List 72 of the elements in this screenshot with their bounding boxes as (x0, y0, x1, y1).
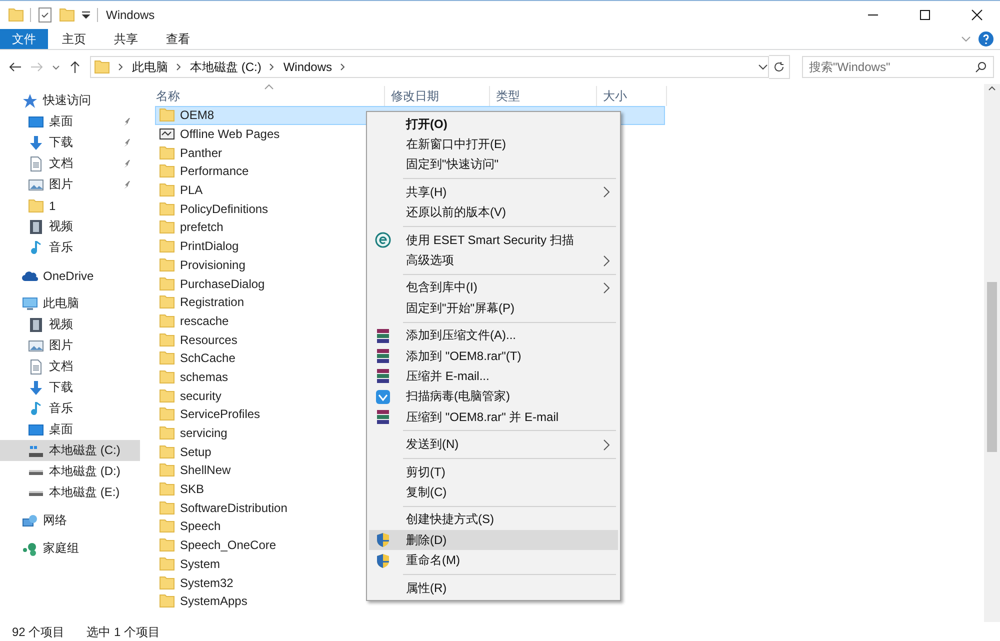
file-name: OEM8 (180, 108, 214, 122)
menu-label: 剪切(T) (406, 464, 446, 481)
file-name: PurchaseDialog (180, 276, 265, 291)
menu-label: 删除(D) (406, 532, 447, 549)
nav-label: 本地磁盘 (C:) (49, 442, 120, 459)
file-name: Offline Web Pages (180, 127, 280, 142)
file-name: SystemApps (180, 594, 248, 608)
file-name: ServiceProfiles (180, 407, 260, 422)
file-name: PLA (180, 183, 203, 198)
menu-label: 复制(C) (406, 484, 447, 501)
file-name: Performance (180, 164, 249, 178)
menu-label: 属性(R) (406, 580, 447, 596)
nav-label: 视频 (49, 218, 73, 235)
file-name: PolicyDefinitions (180, 202, 268, 216)
nav-label: 家庭组 (43, 540, 79, 557)
nav-label: 本地磁盘 (E:) (49, 484, 120, 501)
nav-label: 图片 (49, 176, 73, 193)
file-name: System32 (180, 576, 234, 590)
file-name: SoftwareDistribution (180, 500, 288, 515)
menu-label: 发送到(N) (406, 436, 459, 454)
nav-label: 文档 (49, 155, 73, 172)
menu-label: 添加到 "OEM8.rar"(T) (406, 348, 522, 365)
selection-count: 选中 1 个项目 (86, 624, 160, 640)
nav-label: 快速访问 (43, 92, 91, 109)
file-name: security (180, 388, 222, 403)
file-name: schemas (180, 370, 228, 384)
file-name: Registration (180, 295, 244, 310)
file-name: rescache (180, 314, 229, 328)
menu-label: 高级选项 (406, 252, 454, 270)
menu-label: 扫描病毒(电脑管家) (406, 388, 510, 406)
menu-label: 包含到库中(I) (406, 279, 478, 296)
menu-label: 压缩并 E-mail... (406, 368, 490, 385)
nav-label: 桌面 (49, 113, 73, 130)
file-name: Panther (180, 146, 222, 160)
menu-label: 重命名(M) (406, 552, 460, 570)
nav-label: 网络 (43, 512, 67, 529)
file-name: PrintDialog (180, 239, 239, 254)
file-name: servicing (180, 426, 228, 440)
nav-label: 本地磁盘 (D:) (49, 463, 120, 480)
menu-label: 固定到"开始"屏幕(P) (406, 300, 515, 317)
menu-label: 共享(H) (406, 184, 447, 201)
menu-label: 还原以前的版本(V) (406, 204, 506, 222)
menu-label: 打开(O) (406, 116, 448, 133)
file-name: Setup (180, 444, 212, 459)
menu-label: 固定到"快速访问" (406, 156, 499, 174)
nav-label: 下载 (49, 134, 73, 151)
nav-label: 下载 (49, 379, 73, 396)
file-name: Provisioning (180, 258, 246, 272)
window-title: Windows (106, 8, 155, 22)
file-name: SKB (180, 482, 204, 496)
file-name: SchCache (180, 351, 236, 366)
nav-label: 桌面 (49, 421, 73, 438)
menu-label: 使用 ESET Smart Security 扫描 (406, 232, 574, 249)
nav-label: 音乐 (49, 239, 73, 256)
file-name: Resources (180, 332, 238, 347)
nav-label: 音乐 (49, 400, 73, 417)
menu-label: 压缩到 "OEM8.rar" 并 E-mail (406, 408, 559, 426)
file-name: Speech (180, 519, 221, 534)
nav-label: 1 (49, 198, 56, 212)
nav-label: 视频 (49, 316, 73, 333)
file-name: Speech_OneCore (180, 538, 276, 552)
file-name: System (180, 556, 220, 571)
file-name: prefetch (180, 220, 224, 234)
nav-label: 文档 (49, 358, 73, 375)
nav-label: 此电脑 (43, 295, 79, 312)
item-count: 92 个项目 (12, 624, 65, 640)
nav-label: 图片 (49, 337, 73, 354)
nav-label: OneDrive (43, 268, 94, 282)
menu-label: 在新窗口中打开(E) (406, 136, 506, 154)
menu-label: 添加到压缩文件(A)... (406, 327, 516, 344)
file-name: ShellNew (180, 463, 231, 478)
menu-label: 创建快捷方式(S) (406, 511, 494, 528)
